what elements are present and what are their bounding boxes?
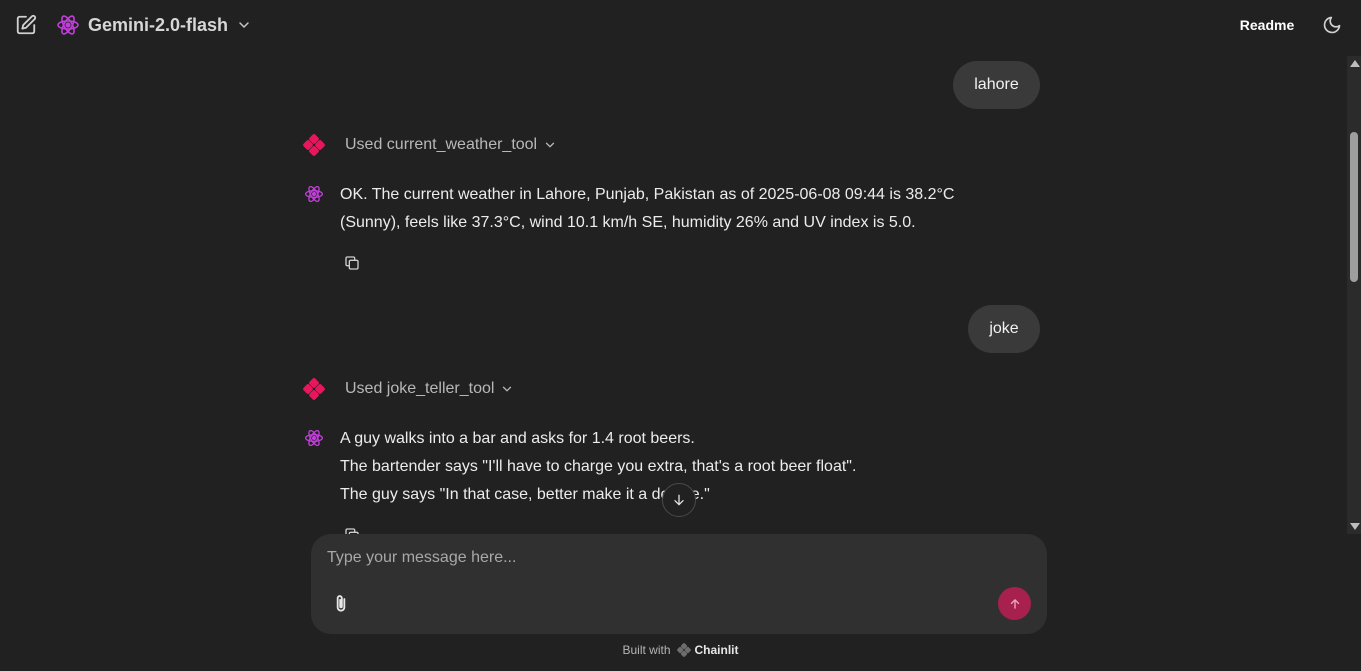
scroll-up-arrow[interactable] — [1350, 60, 1360, 67]
attach-file-button[interactable] — [329, 592, 353, 616]
assistant-message: OK. The current weather in Lahore, Punja… — [340, 181, 1040, 237]
assistant-message-line: The bartender says "I'll have to charge … — [340, 458, 857, 475]
footer: Built with Chainlit — [0, 640, 1361, 660]
arrow-down-icon — [674, 494, 684, 506]
model-selector[interactable]: Gemini-2.0-flash — [56, 12, 252, 38]
header: Gemini-2.0-flash Readme — [0, 0, 1361, 50]
message-composer — [311, 534, 1047, 634]
scroll-to-bottom-button[interactable] — [662, 483, 696, 517]
tool-step-label: Used current_weather_tool — [345, 136, 538, 153]
copy-button[interactable] — [340, 523, 364, 534]
assistant-avatar-icon — [305, 429, 323, 447]
readme-button[interactable]: Readme — [1232, 14, 1302, 36]
model-name: Gemini-2.0-flash — [88, 14, 229, 35]
chat-scrollbar[interactable] — [1347, 56, 1361, 534]
assistant-message-line: A guy walks into a bar and asks for 1.4 … — [340, 430, 695, 447]
user-message-text: lahore — [974, 76, 1019, 93]
tool-icon — [303, 378, 325, 400]
arrow-up-icon — [1010, 598, 1019, 609]
paperclip-icon — [336, 595, 346, 612]
scroll-down-arrow[interactable] — [1350, 523, 1360, 530]
built-with-text: Built with — [622, 643, 671, 657]
copy-button[interactable] — [340, 251, 364, 275]
assistant-avatar-icon — [305, 185, 323, 203]
chevron-down-icon — [239, 22, 249, 29]
chainlit-brand-text: Chainlit — [694, 643, 739, 657]
user-message: joke — [968, 305, 1040, 353]
chainlit-link[interactable]: Chainlit — [676, 643, 739, 657]
tool-step-weather[interactable]: Used current_weather_tool — [303, 133, 557, 157]
scroll-thumb[interactable] — [1350, 132, 1358, 282]
assistant-message-line: OK. The current weather in Lahore, Punja… — [340, 186, 955, 203]
edit-icon — [16, 14, 37, 35]
user-message-text: joke — [989, 320, 1019, 337]
assistant-message-line: (Sunny), feels like 37.3°C, wind 10.1 km… — [340, 214, 916, 231]
new-chat-button[interactable] — [14, 13, 38, 37]
copy-icon — [345, 256, 359, 270]
chevron-down-icon — [503, 386, 512, 392]
chainlit-logo-icon — [676, 643, 691, 657]
copy-icon — [345, 528, 359, 534]
moon-icon — [1323, 16, 1341, 34]
tool-icon — [303, 134, 325, 156]
user-message: lahore — [953, 61, 1040, 109]
chevron-down-icon — [545, 142, 555, 148]
send-button[interactable] — [998, 587, 1031, 620]
message-input[interactable] — [327, 546, 1007, 570]
atom-icon — [57, 15, 79, 35]
chat-thread[interactable]: lahore Used current_weather_tool OK. The… — [0, 56, 1347, 534]
tool-step-joke[interactable]: Used joke_teller_tool — [303, 377, 514, 401]
theme-toggle-button[interactable] — [1320, 13, 1344, 37]
tool-step-label: Used joke_teller_tool — [345, 380, 495, 397]
